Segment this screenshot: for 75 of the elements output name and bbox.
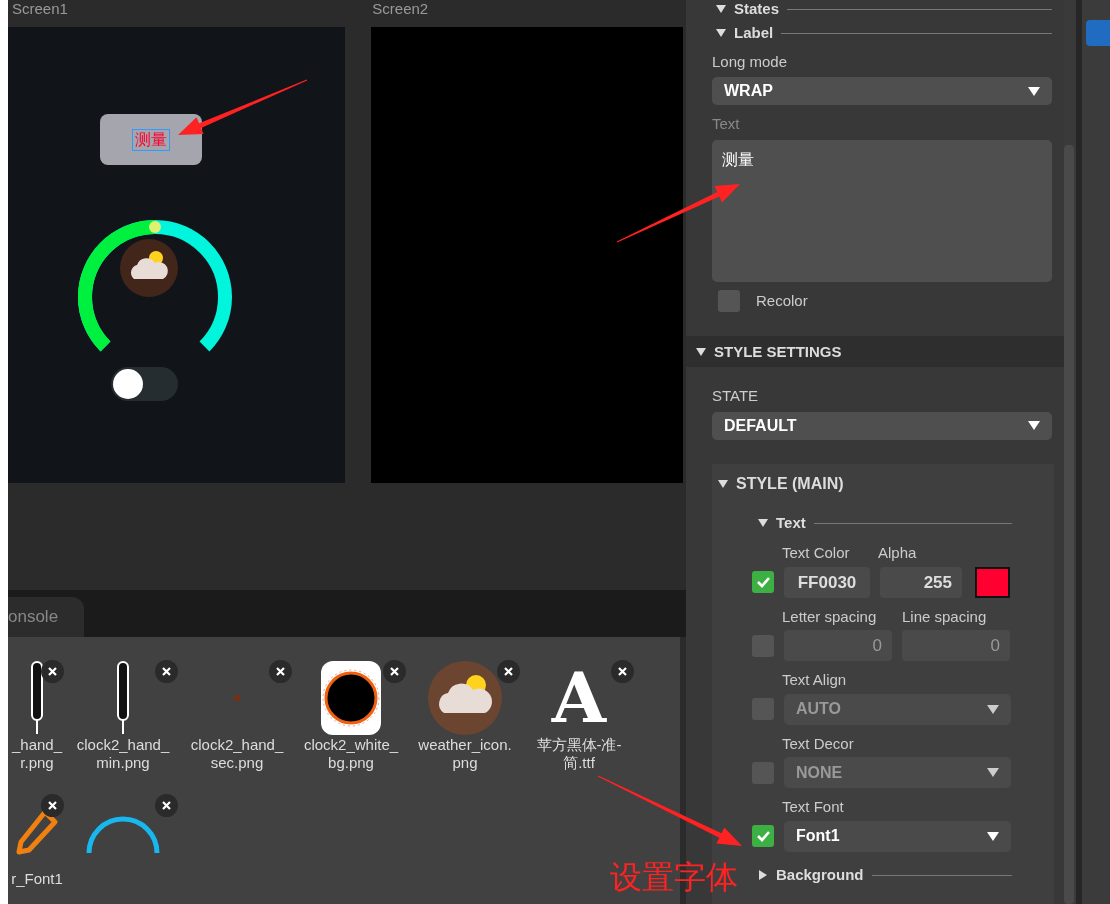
field-label: Text Font — [782, 797, 844, 818]
caret-icon — [987, 768, 999, 778]
remove-button[interactable] — [41, 660, 64, 683]
alpha-input[interactable]: 255 — [880, 567, 962, 598]
caret-icon[interactable] — [696, 347, 706, 356]
section-header[interactable]: STYLE SETTINGS — [686, 336, 1064, 368]
section-title: STYLE (MAIN) — [736, 474, 844, 494]
close-icon — [390, 667, 399, 676]
section-title: States — [734, 0, 780, 19]
close-icon — [162, 667, 171, 676]
caret-icon — [1028, 421, 1040, 431]
color-swatch[interactable] — [975, 567, 1010, 598]
checkbox[interactable] — [752, 571, 774, 594]
caret-icon — [987, 705, 999, 714]
screen-title: Screen1 — [11, 0, 69, 19]
weather-icon — [120, 239, 178, 297]
remove-button[interactable] — [383, 660, 406, 683]
remove-button[interactable] — [497, 660, 520, 683]
asset-name: clock2_hand_ min.png — [76, 736, 170, 772]
close-icon — [48, 667, 57, 676]
field-label: Text Decor — [782, 734, 854, 754]
field-label: Long mode — [712, 51, 789, 72]
close-icon — [162, 801, 171, 810]
asset-name: _hand_ r.png — [11, 736, 63, 772]
field-label: Text — [712, 114, 741, 135]
asset-name: weather_icon. png — [418, 736, 512, 772]
asset-name: clock2_white_ bg.png — [303, 736, 399, 772]
section-title: Label — [734, 23, 774, 43]
close-icon — [48, 801, 57, 810]
remove-button[interactable] — [155, 660, 178, 683]
asset-name: 苹方黑体-准- 简.ttf — [536, 736, 622, 772]
scrollbar[interactable] — [1064, 145, 1074, 904]
button-label: 测量 — [132, 128, 170, 151]
section-title: Background — [776, 865, 864, 885]
text-input[interactable]: 测量 — [712, 139, 1052, 282]
field-label: Alpha — [878, 543, 917, 564]
hex-input[interactable]: FF0030 — [784, 567, 870, 598]
weather-icon — [428, 661, 502, 735]
remove-button[interactable] — [611, 660, 634, 683]
caret-icon[interactable] — [718, 480, 728, 488]
toggle-switch[interactable] — [111, 367, 178, 401]
clock-face-icon — [321, 661, 381, 735]
state-dropdown[interactable]: DEFAULT — [712, 411, 1052, 440]
caret-icon[interactable] — [716, 5, 726, 13]
caret-icon[interactable] — [758, 519, 768, 528]
check-icon — [755, 829, 771, 844]
caret-icon[interactable] — [759, 870, 767, 881]
field-label: STATE — [712, 386, 760, 407]
checkbox[interactable] — [752, 825, 774, 848]
remove-button[interactable] — [41, 794, 64, 817]
close-icon — [618, 667, 627, 676]
panel-tab[interactable]: onsole — [8, 597, 85, 637]
screen-title: Screen2 — [371, 0, 430, 19]
close-icon — [276, 667, 285, 676]
select-dropdown[interactable]: Font1 — [784, 821, 1011, 852]
field-label: Text Color — [782, 543, 851, 564]
annotation-text: 设置字体 — [610, 860, 738, 894]
field-label: Text Align — [782, 670, 847, 691]
field-label: Letter spacing — [782, 607, 878, 627]
caret-icon[interactable] — [716, 29, 726, 38]
caret-icon — [1028, 86, 1040, 96]
remove-button[interactable] — [155, 794, 178, 817]
long-mode-dropdown[interactable]: WRAP — [712, 77, 1052, 106]
dot-icon — [234, 695, 240, 701]
remove-button[interactable] — [269, 660, 292, 683]
font-glyph: A — [551, 660, 607, 736]
close-icon — [504, 667, 513, 676]
checkbox[interactable] — [718, 290, 740, 313]
checkbox-label: Recolor — [756, 290, 808, 311]
field-label: Line spacing — [902, 607, 987, 627]
section-title: Text — [776, 513, 806, 533]
asset-name: r_Font1 — [11, 870, 63, 888]
caret-icon — [987, 832, 999, 841]
asset-name: clock2_hand_ sec.png — [190, 736, 284, 772]
check-icon — [755, 575, 771, 590]
